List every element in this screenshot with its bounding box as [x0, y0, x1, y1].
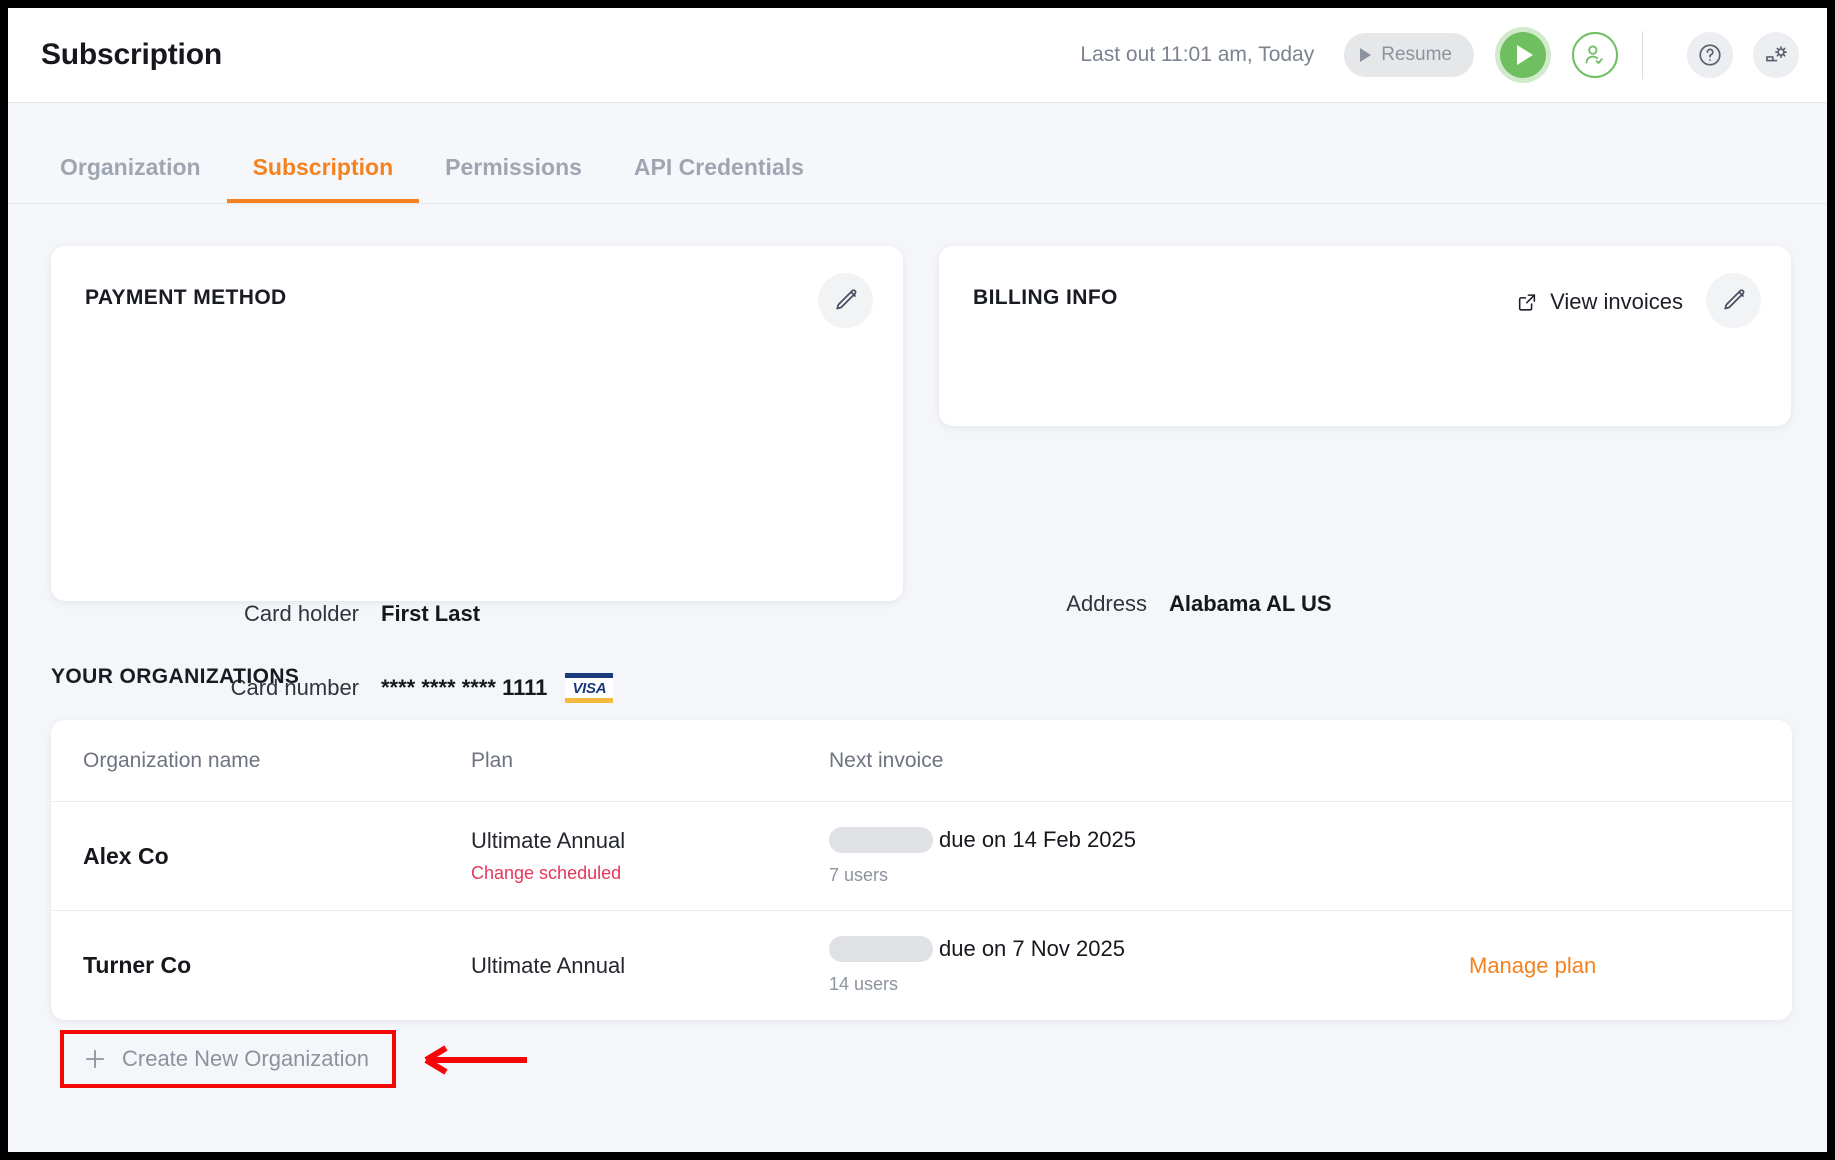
org-name: Alex Co	[83, 842, 169, 869]
tab-organization[interactable]: Organization	[34, 154, 227, 203]
org-action-cell: Manage plan	[1469, 953, 1792, 979]
tab-api-credentials[interactable]: API Credentials	[608, 154, 830, 203]
org-plan-cell: Ultimate Annual	[471, 953, 829, 979]
annotation-arrow-icon	[424, 1045, 527, 1075]
field-address: Address Alabama AL US	[939, 591, 1791, 617]
address-label: Address	[1066, 591, 1147, 616]
support-settings-icon	[1765, 45, 1787, 61]
org-name-cell: Turner Co	[51, 952, 471, 979]
organizations-table: Organization name Plan Next invoice Alex…	[51, 720, 1792, 1020]
play-icon	[1517, 45, 1533, 65]
invoice-amount-redacted	[829, 936, 933, 962]
edit-billing-info-button[interactable]	[1706, 273, 1761, 328]
create-new-organization-button[interactable]: Create New Organization	[60, 1030, 396, 1088]
invoice-due-date: due on 7 Nov 2025	[939, 936, 1125, 961]
billing-info-card: BILLING INFO View invoices Address Alaba…	[939, 246, 1791, 616]
table-row[interactable]: Turner Co Ultimate Annual due on 7 Nov 2…	[51, 911, 1792, 1020]
help-circle-icon	[1699, 44, 1721, 66]
create-new-organization-label: Create New Organization	[122, 1046, 370, 1071]
header-divider	[1642, 31, 1643, 79]
card-holder-value: First Last	[381, 601, 481, 626]
edit-payment-method-button[interactable]	[818, 273, 873, 328]
view-invoices-link[interactable]: View invoices	[1516, 289, 1683, 315]
user-count: 7 users	[829, 864, 889, 885]
application-window: Subscription Last out 11:01 am, Today Re…	[8, 8, 1827, 1152]
visa-brand-label: VISA	[572, 680, 607, 697]
help-button[interactable]	[1687, 32, 1733, 78]
plus-icon	[85, 1049, 105, 1069]
table-row[interactable]: Alex Co Ultimate Annual Change scheduled…	[51, 802, 1792, 911]
org-name: Turner Co	[83, 952, 192, 978]
top-header-bar: Subscription Last out 11:01 am, Today Re…	[8, 8, 1827, 103]
view-invoices-label: View invoices	[1550, 289, 1683, 314]
table-header-row: Organization name Plan Next invoice	[51, 720, 1792, 802]
resume-button[interactable]: Resume	[1344, 33, 1474, 77]
play-button[interactable]	[1500, 32, 1546, 78]
card-number-value: **** **** **** 1111	[381, 675, 548, 700]
visa-bar-bottom	[565, 698, 614, 703]
card-holder-label: Card holder	[244, 601, 359, 626]
field-card-holder: Card holder First Last	[51, 601, 903, 627]
plan-change-note: Change scheduled	[471, 863, 622, 883]
plan-name: Ultimate Annual	[471, 952, 626, 978]
tab-permissions[interactable]: Permissions	[419, 154, 608, 203]
tab-subscription[interactable]: Subscription	[226, 154, 420, 203]
tab-list: Organization Subscription Permissions AP…	[34, 154, 830, 203]
tab-bar: Organization Subscription Permissions AP…	[8, 104, 1827, 204]
play-triangle-icon	[1360, 48, 1372, 62]
invoice-due-date: due on 14 Feb 2025	[939, 826, 1136, 852]
pencil-icon	[1723, 288, 1744, 309]
last-out-status: Last out 11:01 am, Today	[1080, 43, 1315, 66]
column-header-plan: Plan	[471, 748, 514, 772]
org-name-cell: Alex Co	[51, 843, 471, 870]
card-number-value-group: **** **** **** 1111 VISA	[381, 673, 614, 703]
visa-bar-top	[565, 673, 614, 678]
user-check-icon	[1585, 45, 1603, 64]
billing-info-title: BILLING INFO	[973, 286, 1118, 309]
page-title: Subscription	[41, 38, 222, 71]
org-invoice-cell: due on 14 Feb 2025 7 users	[829, 826, 1469, 886]
user-count: 14 users	[829, 974, 899, 994]
pencil-icon	[835, 288, 856, 309]
resume-button-label: Resume	[1381, 44, 1452, 65]
payment-method-card: PAYMENT METHOD Card holder First Last Ca…	[51, 246, 903, 774]
org-invoice-cell: due on 7 Nov 2025 14 users	[829, 936, 1469, 995]
address-value: Alabama AL US	[1169, 591, 1332, 616]
create-organization-wrapper: Create New Organization	[60, 1030, 396, 1088]
organizations-heading: YOUR ORGANIZATIONS	[51, 665, 300, 688]
plan-name: Ultimate Annual	[471, 828, 626, 853]
external-link-icon	[1518, 294, 1536, 311]
org-plan-cell: Ultimate Annual Change scheduled	[471, 828, 829, 884]
manage-plan-link[interactable]: Manage plan	[1469, 953, 1596, 978]
invoice-line: due on 7 Nov 2025	[829, 936, 1469, 962]
payment-method-title: PAYMENT METHOD	[85, 286, 287, 309]
header-actions: Last out 11:01 am, Today Resume	[1080, 31, 1799, 79]
support-settings-button[interactable]	[1753, 32, 1799, 78]
invoice-line: due on 14 Feb 2025	[829, 826, 1469, 853]
invoice-amount-redacted	[829, 826, 933, 853]
column-header-next-invoice: Next invoice	[829, 748, 944, 772]
user-check-button[interactable]	[1572, 32, 1618, 78]
column-header-organization-name: Organization name	[83, 748, 261, 772]
visa-card-brand-icon: VISA	[565, 673, 614, 703]
